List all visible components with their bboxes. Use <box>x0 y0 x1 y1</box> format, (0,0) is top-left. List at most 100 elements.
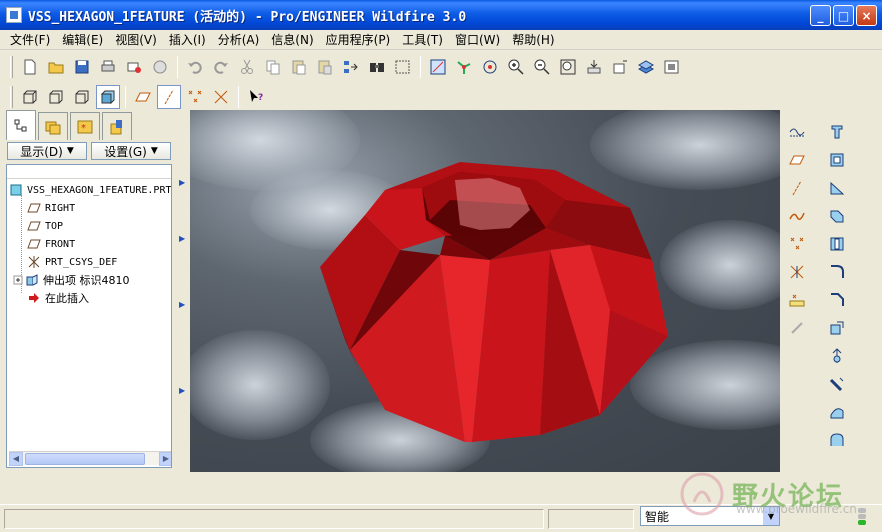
features-toolbar <box>822 118 852 454</box>
collapse-arrow-icon[interactable]: ▶ <box>179 178 185 187</box>
collapse-arrow-icon[interactable]: ▶ <box>179 386 185 395</box>
save-icon[interactable] <box>70 55 94 79</box>
insert-icon[interactable] <box>785 316 809 340</box>
menu-applications[interactable]: 应用程序(P) <box>320 31 397 48</box>
datum-plane-icon[interactable] <box>785 148 809 172</box>
favorites-tab[interactable]: * <box>70 112 100 140</box>
tree-item-top[interactable]: TOP <box>27 217 63 235</box>
scroll-right-icon[interactable]: ▶ <box>159 451 171 466</box>
tree-item-csys[interactable]: PRT_CSYS_DEF <box>27 253 117 271</box>
scroll-thumb[interactable] <box>25 452 145 465</box>
menu-insert[interactable]: 插入(I) <box>163 31 212 48</box>
merge-icon[interactable] <box>825 428 849 452</box>
cut-icon[interactable] <box>235 55 259 79</box>
tree-horizontal-scrollbar[interactable]: ◀ ▶ <box>9 451 171 466</box>
maximize-button[interactable]: □ <box>833 5 854 26</box>
tree-item-insert-here[interactable]: 在此插入 <box>27 289 89 307</box>
context-help-icon[interactable]: ? <box>244 85 268 109</box>
chamfer-icon[interactable] <box>825 288 849 312</box>
layers-icon[interactable] <box>634 55 658 79</box>
menu-help[interactable]: 帮助(H) <box>506 31 560 48</box>
find-icon[interactable] <box>365 55 389 79</box>
print-icon[interactable] <box>96 55 120 79</box>
shell-icon[interactable] <box>825 344 849 368</box>
hidden-line-icon[interactable] <box>44 85 68 109</box>
coordinate-systems-icon[interactable] <box>209 85 233 109</box>
draft-icon[interactable] <box>825 316 849 340</box>
collapse-arrow-icon[interactable]: ▶ <box>179 300 185 309</box>
saved-views-icon[interactable] <box>608 55 632 79</box>
select-box-icon[interactable] <box>391 55 415 79</box>
tree-controls: 显示(D) ▼ 设置(G) ▼ <box>4 140 174 162</box>
open-folder-icon[interactable] <box>44 55 68 79</box>
wireframe-icon[interactable] <box>18 85 42 109</box>
repaint-icon[interactable] <box>582 55 606 79</box>
settings-dropdown-label: 设置(G) <box>104 144 147 159</box>
copy-icon[interactable] <box>261 55 285 79</box>
menu-window[interactable]: 窗口(W) <box>449 31 506 48</box>
scroll-left-icon[interactable]: ◀ <box>9 451 23 466</box>
settings-dropdown[interactable]: 设置(G) ▼ <box>91 142 171 160</box>
datum-axis-icon[interactable] <box>785 176 809 200</box>
menu-view[interactable]: 视图(V) <box>109 31 163 48</box>
show-dropdown[interactable]: 显示(D) ▼ <box>7 142 87 160</box>
datum-axes-icon[interactable] <box>157 85 181 109</box>
new-file-icon[interactable] <box>18 55 42 79</box>
menu-tools[interactable]: 工具(T) <box>396 31 449 48</box>
datum-point-icon[interactable] <box>785 232 809 256</box>
menu-file[interactable]: 文件(F) <box>4 31 56 48</box>
refit-icon[interactable] <box>426 55 450 79</box>
connections-tab[interactable] <box>102 112 132 140</box>
paste-icon[interactable] <box>287 55 311 79</box>
folder-browser-tab[interactable] <box>38 112 68 140</box>
view-manager-icon[interactable] <box>660 55 684 79</box>
no-hidden-icon[interactable] <box>70 85 94 109</box>
tree-item-front[interactable]: FRONT <box>27 235 75 253</box>
menu-analysis[interactable]: 分析(A) <box>212 31 266 48</box>
hole-icon[interactable] <box>825 232 849 256</box>
minimize-button[interactable]: _ <box>810 5 831 26</box>
mail-open-icon[interactable] <box>148 55 172 79</box>
coordinate-system-icon[interactable] <box>785 260 809 284</box>
expand-icon[interactable] <box>13 273 23 287</box>
spin-center-icon[interactable] <box>452 55 476 79</box>
graphics-window[interactable] <box>190 110 780 472</box>
zoom-fit-icon[interactable] <box>556 55 580 79</box>
hexagon-part-model[interactable] <box>190 110 780 472</box>
sketch-datum-curve-icon[interactable] <box>785 120 809 144</box>
tree-item-part[interactable]: VSS_HEXAGON_1FEATURE.PRT <box>9 181 171 199</box>
round-icon[interactable] <box>825 260 849 284</box>
redo-icon[interactable] <box>209 55 233 79</box>
close-button[interactable]: × <box>856 5 877 26</box>
blend-icon[interactable] <box>825 204 849 228</box>
mirror-icon[interactable] <box>825 400 849 424</box>
orient-icon[interactable] <box>478 55 502 79</box>
menu-edit[interactable]: 编辑(E) <box>56 31 109 48</box>
regenerate-icon[interactable] <box>339 55 363 79</box>
paste-special-icon[interactable] <box>313 55 337 79</box>
menu-info[interactable]: 信息(N) <box>265 31 319 48</box>
chevron-down-icon: ▼ <box>150 146 158 156</box>
send-mail-icon[interactable] <box>122 55 146 79</box>
panel-splitter[interactable]: ▶ ▶ ▶ ▶ <box>176 110 188 472</box>
tree-item-protrusion[interactable]: 伸出项 标识4810 <box>13 271 130 289</box>
shading-icon[interactable] <box>96 85 120 109</box>
tree-item-right[interactable]: RIGHT <box>27 199 75 217</box>
undo-icon[interactable] <box>183 55 207 79</box>
datum-curve-icon[interactable] <box>785 204 809 228</box>
zoom-out-icon[interactable] <box>530 55 554 79</box>
revolve-icon[interactable] <box>825 148 849 172</box>
toolbar-grip[interactable] <box>10 86 13 108</box>
rib-icon[interactable] <box>825 372 849 396</box>
toolbar-grip[interactable] <box>10 56 13 78</box>
variable-sweep-icon[interactable] <box>825 176 849 200</box>
datum-points-icon[interactable] <box>183 85 207 109</box>
collapse-arrow-icon[interactable]: ▶ <box>179 234 185 243</box>
zoom-in-icon[interactable] <box>504 55 528 79</box>
extrude-icon[interactable] <box>825 120 849 144</box>
model-tree-tab[interactable] <box>6 110 36 140</box>
app-icon <box>6 7 22 23</box>
analysis-icon[interactable] <box>785 288 809 312</box>
datum-planes-icon[interactable] <box>131 85 155 109</box>
svg-text:*: * <box>81 123 86 134</box>
